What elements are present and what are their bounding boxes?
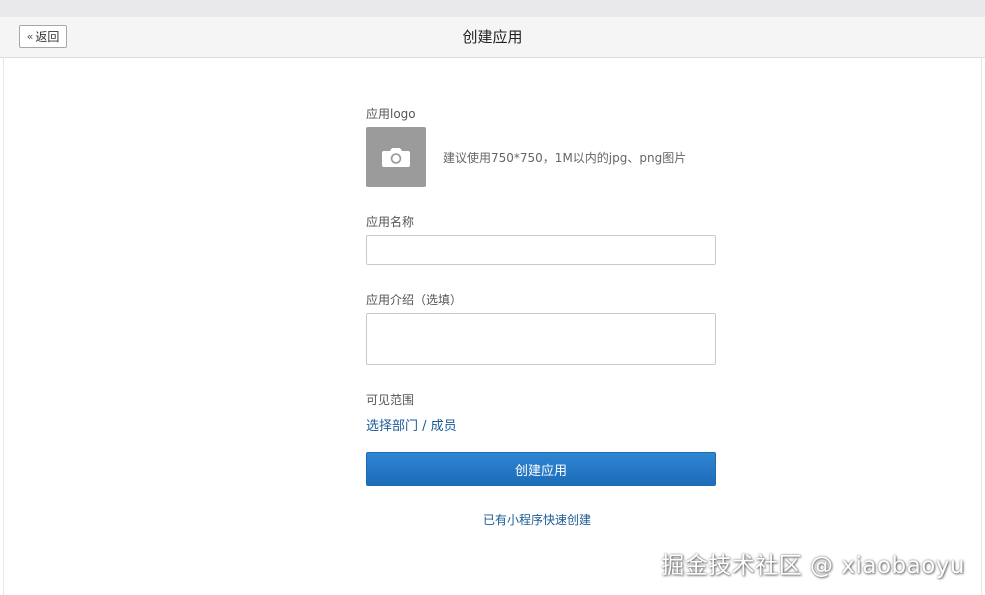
visibility-label: 可见范围 — [366, 393, 415, 407]
create-app-button[interactable]: 创建应用 — [366, 452, 716, 486]
left-border — [3, 57, 4, 595]
double-chevron-left-icon: « — [26, 30, 34, 43]
right-border — [981, 57, 982, 595]
app-name-label: 应用名称 — [366, 215, 415, 229]
app-intro-textarea[interactable] — [366, 313, 716, 365]
back-button[interactable]: « 返回 — [19, 25, 67, 48]
camera-icon — [382, 148, 410, 167]
window-top-strip — [0, 0, 985, 17]
quick-create-mini-program-link[interactable]: 已有小程序快速创建 — [483, 511, 591, 528]
logo-upload[interactable] — [366, 127, 426, 187]
select-members-link[interactable]: 选择部门 / 成员 — [366, 415, 457, 434]
app-intro-label: 应用介绍（选填） — [366, 293, 463, 307]
page-title: 创建应用 — [462, 28, 523, 46]
create-app-button-label: 创建应用 — [514, 463, 567, 479]
logo-label: 应用logo — [366, 107, 416, 121]
watermark: 掘金技术社区 @ xiaobaoyu — [661, 553, 965, 579]
page-header: « 返回 创建应用 — [0, 17, 985, 58]
back-button-label: 返回 — [35, 30, 60, 44]
logo-hint: 建议使用750*750，1M以内的jpg、png图片 — [443, 151, 687, 165]
app-name-input[interactable] — [366, 235, 716, 265]
